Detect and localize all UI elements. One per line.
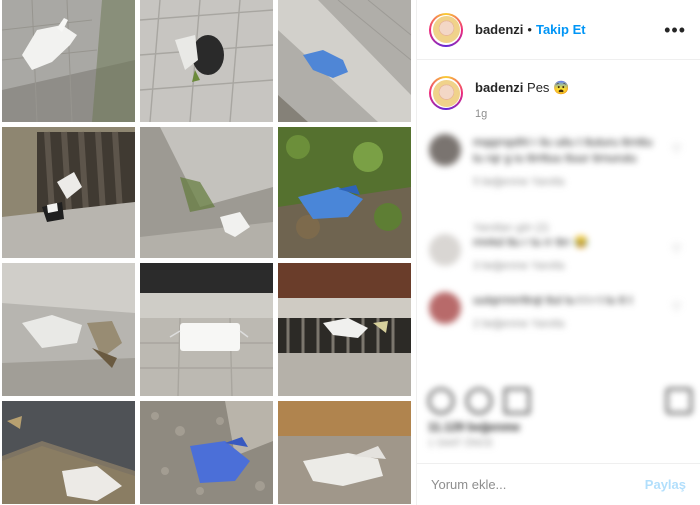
post-header: badenzi • Takip Et ••• — [417, 0, 700, 60]
comment-icon[interactable] — [466, 388, 492, 414]
caption-avatar[interactable] — [429, 76, 463, 110]
post-caption: badenzi Pes 😨 1g — [417, 60, 700, 120]
comment-avatar[interactable] — [429, 134, 461, 166]
photo-grid — [0, 0, 416, 505]
comment-text: rmrkd ttu r tu rr ttrr 😂 — [473, 235, 589, 249]
comment-input[interactable] — [431, 477, 645, 492]
post-comment-button[interactable]: Paylaş — [645, 477, 686, 492]
photo-glove-drain-grate[interactable] — [278, 263, 411, 396]
bookmark-icon[interactable] — [666, 388, 692, 414]
comment-item: rmrkd ttu r tu rr ttrr 😂 3 beğenme Yanıt… — [417, 234, 700, 292]
photo-clear-glove-sand[interactable] — [278, 401, 411, 504]
more-horizontal-icon[interactable]: ••• — [664, 21, 686, 39]
view-replies[interactable]: Yanıtları gör (2) — [417, 222, 549, 234]
share-icon[interactable] — [504, 388, 530, 414]
photo-blue-glove-curb[interactable] — [278, 0, 411, 122]
caption-username[interactable]: badenzi — [475, 80, 523, 95]
comment-item: uutqrrmrrltrqt ttul tu t t r t tu tt t 2… — [417, 292, 700, 350]
comments-list: mqqrrqslhl r ilu uitu t ttuturu ttrnttu … — [417, 134, 700, 350]
comment-avatar[interactable] — [429, 234, 461, 266]
photo-mask-street[interactable] — [140, 263, 273, 396]
comment-meta[interactable]: 3 beğenme Yanıtla — [473, 258, 653, 274]
comment-avatar[interactable] — [429, 292, 461, 324]
comment-meta[interactable]: 5 beğenme Yanıtla — [473, 174, 653, 190]
header-separator: • — [527, 22, 532, 37]
photo-blue-glove-gravel[interactable] — [140, 401, 273, 504]
photo-blue-glove-grass[interactable] — [278, 127, 411, 258]
comment-item: mqqrrqslhl r ilu uitu t ttuturu ttrnttu … — [417, 134, 700, 234]
heart-icon[interactable]: ♡ — [671, 242, 682, 256]
author-username[interactable]: badenzi — [475, 22, 523, 37]
photo-white-glove-pavement[interactable] — [2, 0, 135, 122]
post-date: 1 SAAT ÖNCE — [428, 438, 494, 449]
photo-clear-glove-leaves[interactable] — [2, 263, 135, 396]
likes-count[interactable]: 11.129 beğenme — [428, 420, 520, 434]
comment-text: uutqrrmrrltrqt ttul tu t t r t tu tt t — [473, 293, 633, 307]
photo-clear-glove-water[interactable] — [2, 401, 135, 504]
heart-icon[interactable]: ♡ — [671, 142, 682, 156]
comment-meta[interactable]: 2 beğenme Yanıtla — [473, 316, 653, 332]
heart-icon[interactable]: ♡ — [671, 300, 682, 314]
photo-black-glove-tiles[interactable] — [140, 0, 273, 122]
photo-white-glove-curb[interactable] — [140, 127, 273, 258]
author-avatar[interactable] — [429, 12, 463, 47]
photo-gloves-drain[interactable] — [2, 127, 135, 258]
comment-text: mqqrrqslhl r ilu uitu t ttuturu ttrnttu … — [473, 135, 653, 165]
follow-button[interactable]: Takip Et — [536, 22, 586, 37]
like-icon[interactable] — [428, 388, 454, 414]
caption-text: Pes 😨 — [527, 80, 570, 95]
comment-form: Paylaş — [417, 463, 700, 505]
caption-time: 1g — [475, 108, 488, 120]
action-bar — [428, 388, 692, 414]
